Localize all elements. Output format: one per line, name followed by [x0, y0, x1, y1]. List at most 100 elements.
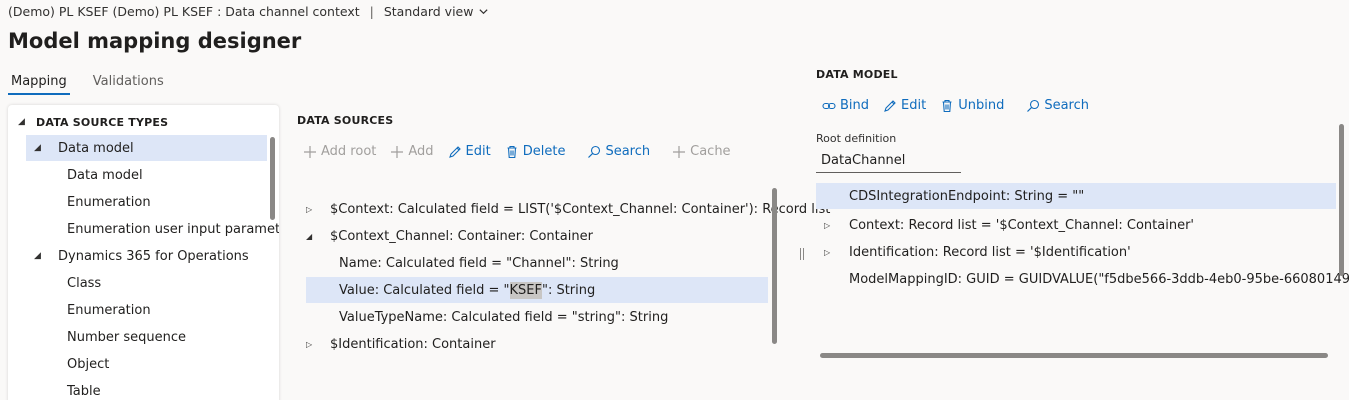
tree-row-name[interactable]: Name: Calculated field = "Channel": Stri…	[339, 250, 619, 276]
tree-row-value-type-name[interactable]: ValueTypeName: Calculated field = "strin…	[339, 304, 668, 330]
tree-row-label: Name: Calculated field = "Channel": Stri…	[339, 255, 619, 271]
breadcrumb-separator: |	[369, 4, 374, 19]
tab-validations[interactable]: Validations	[90, 74, 167, 95]
unbind-button[interactable]: Unbind	[940, 98, 1004, 113]
tree-row-context-channel[interactable]: ◢ $Context_Channel: Container: Container	[306, 223, 593, 249]
bind-button[interactable]: Bind	[822, 98, 869, 113]
search-label: Search	[1044, 98, 1089, 113]
tree-row-context[interactable]: ▷ $Context: Calculated field = LIST('$Co…	[306, 196, 830, 222]
tree-row-identification[interactable]: ▷ $Identification: Container	[306, 331, 496, 357]
edit-button[interactable]: Edit	[448, 144, 491, 159]
tree-item-dynamics[interactable]: ◢ Dynamics 365 for Operations	[34, 243, 265, 269]
value-suffix: ": String	[541, 282, 596, 298]
search-button[interactable]: Search	[587, 144, 650, 159]
edit-label: Edit	[465, 144, 491, 159]
tree-row-label: Identification: Record list = '$Identifi…	[849, 244, 1131, 260]
tree-item[interactable]: Object	[67, 351, 265, 377]
tree-row-label: $Identification: Container	[330, 336, 496, 352]
vertical-scrollbar[interactable]	[270, 137, 275, 220]
view-selector[interactable]: Standard view	[384, 4, 490, 19]
tree-item[interactable]: Enumeration user input parameter	[67, 216, 279, 242]
add-root-button[interactable]: Add root	[303, 144, 376, 159]
tree-row-model-mapping-id[interactable]: ModelMappingID: GUID = GUIDVALUE("f5dbe5…	[849, 266, 1349, 292]
value-prefix: Value: Calculated field = "	[339, 282, 510, 298]
tree-row-label: ValueTypeName: Calculated field = "strin…	[339, 309, 669, 325]
search-icon	[1027, 99, 1040, 112]
tree-item[interactable]: Table	[67, 378, 265, 400]
root-definition-field[interactable]	[816, 149, 961, 173]
collapse-triangle-icon[interactable]: ◢	[34, 251, 46, 261]
bind-label: Bind	[840, 98, 870, 113]
tab-bar: Mapping Validations	[8, 74, 167, 95]
data-sources-tree: ▷ $Context: Calculated field = LIST('$Co…	[296, 186, 830, 357]
collapse-triangle-icon[interactable]: ◢	[18, 117, 30, 127]
tree-item[interactable]: Number sequence	[67, 324, 265, 350]
trash-icon	[507, 145, 517, 158]
unbind-label: Unbind	[958, 98, 1005, 113]
tree-item-label: Class	[67, 275, 102, 291]
edit-button[interactable]: Edit	[883, 98, 926, 113]
tree-item-label: Dynamics 365 for Operations	[58, 248, 249, 264]
plus-icon	[673, 145, 686, 158]
tree-row-label: $Context: Calculated field = LIST('$Cont…	[330, 201, 831, 217]
cache-label: Cache	[690, 144, 731, 159]
view-selector-label: Standard view	[383, 4, 474, 19]
tree-row-label: Context: Record list = '$Context_Channel…	[849, 217, 1194, 233]
trash-icon	[942, 99, 952, 112]
tree-row-cds[interactable]: CDSIntegrationEndpoint: String = ""	[816, 183, 1336, 209]
tree-item[interactable]: Data model	[67, 162, 265, 188]
data-model-toolbar: Bind Edit Unbind Search	[822, 98, 1089, 113]
expand-triangle-icon[interactable]: ▷	[306, 205, 326, 214]
data-model-heading: DATA MODEL	[816, 68, 898, 81]
tree-row-value[interactable]: Value: Calculated field = " KSEF ": String	[306, 277, 768, 303]
tree-item-label: Data model	[67, 167, 143, 183]
panel-splitter[interactable]	[800, 248, 804, 260]
tree-item-label: Enumeration	[67, 194, 151, 210]
delete-label: Delete	[522, 144, 566, 159]
chevron-down-icon	[479, 9, 489, 15]
tab-mapping[interactable]: Mapping	[8, 74, 70, 95]
tree-item[interactable]: Enumeration	[67, 189, 265, 215]
expand-triangle-icon[interactable]: ▷	[306, 340, 326, 349]
root-definition-label: Root definition	[816, 132, 897, 145]
delete-button[interactable]: Delete	[505, 144, 566, 159]
vertical-scrollbar[interactable]	[1339, 124, 1344, 276]
tree-item-data-model[interactable]: ◢ Data model	[26, 135, 267, 161]
link-icon	[822, 102, 836, 109]
vertical-scrollbar[interactable]	[772, 188, 777, 344]
plus-icon	[304, 145, 316, 158]
collapse-triangle-icon[interactable]: ◢	[34, 143, 46, 153]
types-heading: DATA SOURCE TYPES	[36, 115, 169, 129]
tree-item[interactable]: Enumeration	[67, 297, 265, 323]
cache-button[interactable]: Cache	[672, 144, 731, 159]
value-highlight: KSEF	[509, 281, 542, 299]
tree-item-label: Object	[67, 356, 110, 372]
plus-icon	[391, 145, 404, 158]
tree-row-label: ModelMappingID: GUID = GUIDVALUE("f5dbe5…	[849, 271, 1349, 287]
pencil-icon	[448, 145, 461, 158]
search-icon	[588, 145, 601, 158]
data-model-tree: CDSIntegrationEndpoint: String = "" ▷ Co…	[816, 182, 1349, 302]
tree-item-label: Data model	[58, 140, 134, 156]
edit-label: Edit	[901, 98, 927, 113]
tree-item-label: Number sequence	[67, 329, 186, 345]
data-source-types-panel: ◢ DATA SOURCE TYPES ◢ Data model Data mo…	[8, 105, 279, 400]
horizontal-scrollbar[interactable]	[820, 353, 1328, 358]
tree-item-label: Enumeration	[67, 302, 151, 318]
expand-triangle-icon[interactable]: ▷	[824, 221, 844, 230]
collapse-triangle-icon[interactable]: ◢	[306, 232, 326, 241]
expand-triangle-icon[interactable]: ▷	[824, 248, 844, 257]
add-button[interactable]: Add	[390, 144, 434, 159]
search-label: Search	[605, 144, 651, 159]
tree-row-identification[interactable]: ▷ Identification: Record list = '$Identi…	[824, 239, 1131, 265]
add-label: Add	[408, 144, 434, 159]
tree-row-label: $Context_Channel: Container: Container	[330, 228, 593, 244]
tree-group-header[interactable]: ◢ DATA SOURCE TYPES	[18, 109, 265, 135]
page-title: Model mapping designer	[8, 29, 302, 53]
data-sources-toolbar: Add root Add Edit Delete Search Cache	[303, 144, 731, 159]
pencil-icon	[884, 99, 896, 112]
search-button[interactable]: Search	[1026, 98, 1089, 113]
tree-item[interactable]: Class	[67, 270, 265, 296]
tree-row-label: CDSIntegrationEndpoint: String = ""	[849, 188, 1085, 204]
tree-row-context[interactable]: ▷ Context: Record list = '$Context_Chann…	[824, 212, 1194, 238]
